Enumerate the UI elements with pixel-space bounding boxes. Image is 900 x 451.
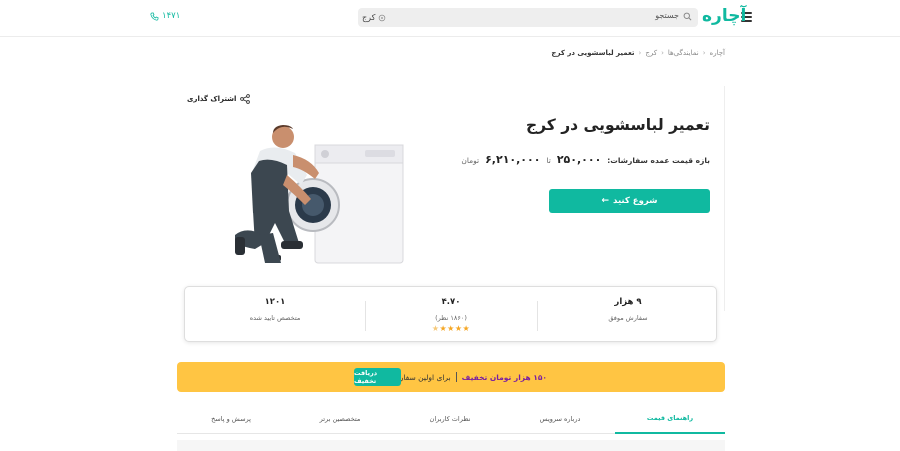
- price-to-label: تا: [546, 156, 551, 165]
- breadcrumb-separator: ‹: [702, 49, 706, 57]
- tab-user-reviews[interactable]: نظرات کاربران: [395, 404, 505, 434]
- breadcrumb-item-agencies[interactable]: نمایندگی‌ها: [668, 49, 699, 57]
- tab-faq[interactable]: پرسش و پاسخ: [177, 404, 285, 434]
- star-icon: ★: [447, 324, 455, 333]
- search-bar[interactable]: جستجو کرج: [358, 8, 698, 27]
- star-icon: ★: [462, 324, 471, 333]
- share-label: اشتراک گذاری: [187, 95, 237, 103]
- breadcrumb-item-city[interactable]: کرج: [645, 49, 657, 57]
- breadcrumb-item-current: تعمیر لباسشویی در کرج: [551, 49, 635, 57]
- stat-value: ۴.۷۰: [441, 297, 461, 307]
- stat-value: ۱۲۰۱: [264, 297, 286, 307]
- stat-label: متخصص تایید شده: [249, 314, 301, 322]
- page-title: تعمیر لباسشویی در کرج: [525, 116, 710, 134]
- price-range: بازه قیمت عمده سفارشات: ۲۵۰,۰۰۰ تا ۶,۲۱۰…: [461, 153, 710, 166]
- stat-verified-experts: ۱۲۰۱ متخصص تایید شده: [185, 287, 365, 341]
- star-icon: ★: [454, 324, 463, 333]
- location-pin-icon: [379, 14, 386, 21]
- service-stats: ۹ هزار سفارش موفق ۴.۷۰ (۱۸۶۰ نظر) ★★★★★ …: [184, 286, 717, 342]
- divider: [455, 372, 457, 382]
- content-start: [177, 440, 725, 451]
- stat-label: سفارش موفق: [608, 314, 648, 322]
- promo-message: ۱۵۰ هزار تومان تخفیف برای اولین سفارش،: [388, 372, 547, 382]
- star-icon: ★: [439, 324, 448, 333]
- divider: [537, 301, 538, 331]
- city-label: کرج: [362, 13, 376, 22]
- phone-icon: [150, 11, 159, 21]
- phone-number: ۱۴۷۱: [162, 11, 181, 21]
- rating-stars: ★★★★★: [365, 324, 537, 333]
- section-tabs: راهنمای قیمت درباره سرویس نظرات کاربران …: [177, 404, 725, 434]
- city-selector[interactable]: کرج: [362, 11, 386, 24]
- share-button[interactable]: اشتراک گذاری: [187, 94, 251, 104]
- search-icon: [683, 12, 692, 21]
- price-range-label: بازه قیمت عمده سفارشات:: [607, 156, 710, 165]
- technician-washing-machine-image: [235, 125, 404, 264]
- stat-value: ۹ هزار: [614, 297, 642, 307]
- start-button-label: شروع کنید: [613, 196, 658, 206]
- stat-rating[interactable]: ۴.۷۰ (۱۸۶۰ نظر) ★★★★★: [365, 287, 537, 341]
- discount-banner: ۱۵۰ هزار تومان تخفیف برای اولین سفارش،: [177, 362, 725, 392]
- support-phone[interactable]: ۱۴۷۱: [150, 11, 180, 21]
- breadcrumb: آچاره ‹ نمایندگی‌ها ‹ کرج ‹ تعمیر لباسشو…: [551, 49, 725, 57]
- top-header: آچاره جستجو کرج ۱۴۷۱: [0, 0, 900, 37]
- breadcrumb-separator: ‹: [638, 49, 642, 57]
- price-unit: تومان: [461, 156, 480, 165]
- breadcrumb-separator: ‹: [661, 49, 664, 57]
- tab-top-experts[interactable]: متخصصین برتر: [285, 404, 395, 434]
- price-max: ۶,۲۱۰,۰۰۰: [485, 153, 541, 166]
- price-min: ۲۵۰,۰۰۰: [556, 153, 602, 166]
- arrow-left-icon: ←: [601, 196, 610, 206]
- share-icon: [240, 94, 251, 104]
- divider: [365, 301, 366, 331]
- breadcrumb-item-home[interactable]: آچاره: [710, 49, 725, 57]
- logo[interactable]: آچاره: [702, 6, 747, 26]
- stat-label: (۱۸۶۰ نظر): [435, 314, 467, 322]
- promo-highlight: ۱۵۰ هزار تومان تخفیف: [461, 372, 547, 382]
- tab-about-service[interactable]: درباره سرویس: [505, 404, 615, 434]
- search-input[interactable]: جستجو: [655, 11, 679, 20]
- get-discount-button[interactable]: دریافت تخفیف: [354, 368, 401, 386]
- stat-successful-orders: ۹ هزار سفارش موفق: [539, 287, 717, 341]
- tab-price-guide[interactable]: راهنمای قیمت: [615, 404, 725, 434]
- start-order-button[interactable]: شروع کنید ←: [549, 189, 710, 213]
